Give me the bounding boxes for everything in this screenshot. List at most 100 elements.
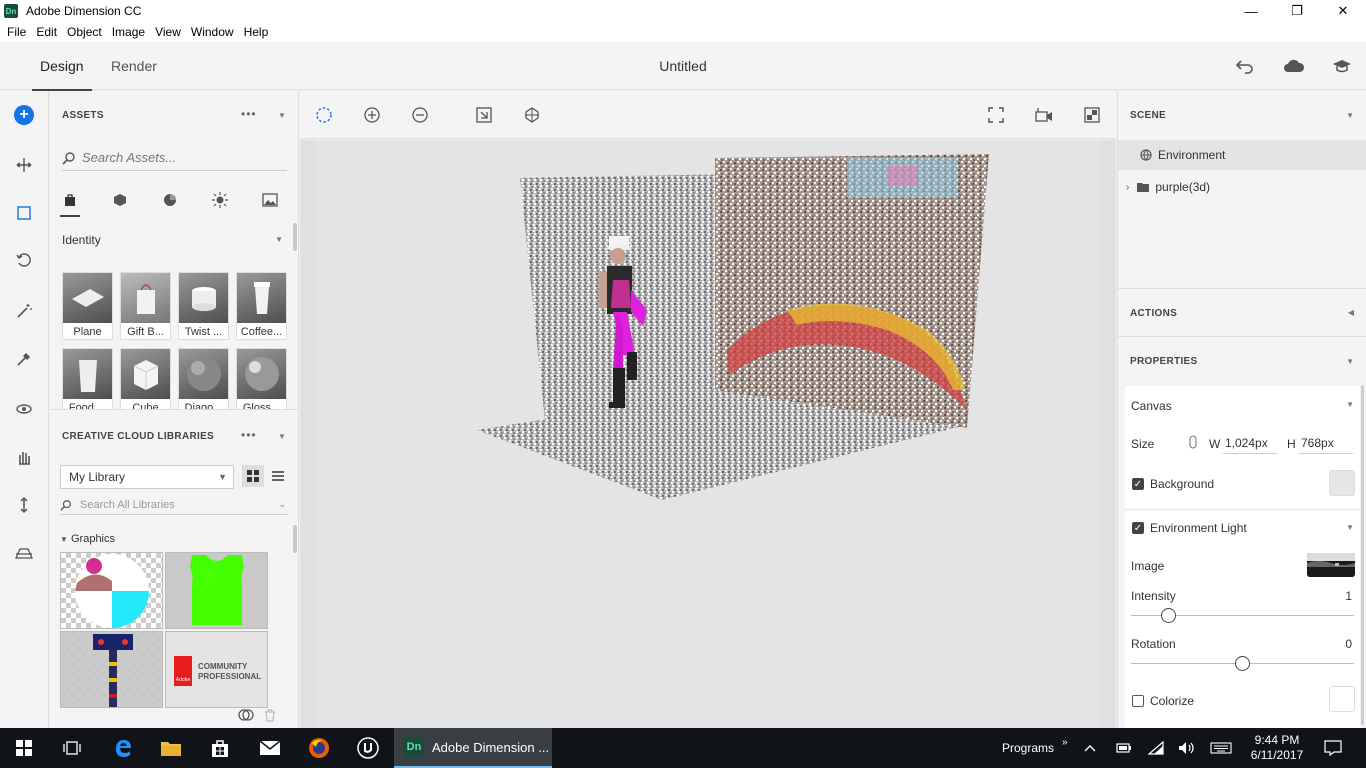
show-hidden-icons[interactable] xyxy=(1084,728,1096,768)
clock[interactable]: 9:44 PM 6/11/2017 xyxy=(1244,728,1310,768)
render-preview-icon[interactable] xyxy=(1081,104,1103,126)
select-all-icon[interactable] xyxy=(521,104,543,126)
community-professional-badge[interactable]: Adobe COMMUNITY PROFESSIONAL xyxy=(165,631,268,708)
close-button[interactable]: ✕ xyxy=(1320,0,1366,22)
battery-icon[interactable] xyxy=(1116,728,1132,768)
asset-filter-dropdown[interactable]: Identity ▼ xyxy=(62,233,287,247)
firefox-icon[interactable] xyxy=(295,728,343,768)
asset-twist[interactable]: Twist ... xyxy=(178,272,229,340)
restore-button[interactable]: ❐ xyxy=(1274,0,1320,22)
library-select[interactable]: My Library ▼ xyxy=(60,465,234,489)
asset-gift-bag[interactable]: Gift B... xyxy=(120,272,171,340)
canvas-area[interactable] xyxy=(317,140,1100,728)
environment-image-thumbnail[interactable] xyxy=(1307,553,1355,577)
add-selection-icon[interactable] xyxy=(361,104,383,126)
minimize-button[interactable]: — xyxy=(1228,0,1274,22)
sync-icon[interactable] xyxy=(238,709,254,724)
cloud-icon[interactable] xyxy=(1283,55,1305,77)
mail-icon[interactable] xyxy=(246,728,294,768)
intensity-slider-knob[interactable] xyxy=(1161,608,1177,623)
magic-wand-icon[interactable] xyxy=(12,299,36,323)
horizon-icon[interactable] xyxy=(12,541,36,565)
environment-light-checkbox[interactable]: ✓ xyxy=(1132,522,1144,534)
libraries-scrollbar[interactable] xyxy=(293,525,297,553)
select-icon[interactable] xyxy=(12,201,36,225)
menu-edit[interactable]: Edit xyxy=(31,25,62,39)
background-checkbox[interactable]: ✓ xyxy=(1132,478,1144,490)
asset-diagonal-material[interactable]: Diago... xyxy=(178,348,229,410)
volume-icon[interactable] xyxy=(1178,728,1196,768)
camera-bookmark-icon[interactable] xyxy=(1033,104,1055,126)
store-icon[interactable] xyxy=(196,728,244,768)
menu-help[interactable]: Help xyxy=(239,25,274,39)
grid-view-button[interactable] xyxy=(242,465,264,487)
menu-file[interactable]: File xyxy=(2,25,31,39)
dolly-icon[interactable] xyxy=(12,493,36,517)
asset-coffee-cup[interactable]: Coffee... xyxy=(236,272,287,340)
asset-plane[interactable]: Plane xyxy=(62,272,113,340)
character-graphic[interactable] xyxy=(60,552,163,629)
cube-icon[interactable] xyxy=(110,191,130,209)
bag-icon[interactable] xyxy=(60,191,80,217)
asset-glossy-material[interactable]: Gloss... xyxy=(236,348,287,410)
eyedropper-icon[interactable] xyxy=(12,347,36,371)
height-field[interactable]: 768px xyxy=(1299,432,1353,454)
pan-icon[interactable] xyxy=(12,445,36,469)
windows-start-icon[interactable] xyxy=(0,728,48,768)
taskbar-adobe-dimension[interactable]: Dn Adobe Dimension ... xyxy=(394,728,552,768)
expand-chevron-icon[interactable]: › xyxy=(1126,182,1129,193)
assets-collapse-icon[interactable]: ▼ xyxy=(278,111,286,120)
asset-food-container[interactable]: Food ... xyxy=(62,348,113,410)
search-libraries-field[interactable]: Search All Libraries ⌄ xyxy=(60,495,288,515)
material-icon[interactable] xyxy=(160,191,180,209)
colorize-checkbox[interactable] xyxy=(1132,695,1144,707)
actions-expand-icon[interactable]: ◀ xyxy=(1348,308,1354,317)
properties-collapse-icon[interactable]: ▼ xyxy=(1346,357,1354,366)
canvas-collapse-icon[interactable]: ▼ xyxy=(1346,400,1354,409)
menu-object[interactable]: Object xyxy=(62,25,107,39)
libraries-more-button[interactable]: ••• xyxy=(241,428,257,442)
tab-render[interactable]: Render xyxy=(111,58,157,74)
fit-view-icon[interactable] xyxy=(985,104,1007,126)
rotate-icon[interactable] xyxy=(12,248,36,272)
learn-icon[interactable] xyxy=(1331,55,1353,77)
list-view-button[interactable] xyxy=(267,465,289,487)
action-center-icon[interactable] xyxy=(1324,728,1342,768)
marquee-select-icon[interactable] xyxy=(313,104,335,126)
search-scope-chevron-icon[interactable]: ⌄ xyxy=(278,499,286,510)
scene-item-purple-3d[interactable]: › purple(3d) xyxy=(1118,172,1366,202)
background-color-swatch[interactable] xyxy=(1329,470,1355,496)
tab-design[interactable]: Design xyxy=(32,58,92,91)
search-assets-field[interactable]: Search Assets... xyxy=(62,145,287,171)
edge-browser-icon[interactable] xyxy=(99,728,147,768)
orbit-icon[interactable] xyxy=(12,397,36,421)
3d-viewport[interactable] xyxy=(300,140,1116,728)
link-icon[interactable] xyxy=(1189,435,1197,452)
menu-view[interactable]: View xyxy=(150,25,186,39)
select-similar-icon[interactable] xyxy=(473,104,495,126)
menu-window[interactable]: Window xyxy=(186,25,239,39)
libraries-collapse-icon[interactable]: ▼ xyxy=(278,432,286,441)
green-tank-top-graphic[interactable] xyxy=(165,552,268,629)
scene-collapse-icon[interactable]: ▼ xyxy=(1346,111,1354,120)
properties-scrollbar[interactable] xyxy=(1361,385,1364,725)
file-explorer-icon[interactable] xyxy=(147,728,195,768)
width-field[interactable]: 1,024px xyxy=(1223,432,1277,454)
graphics-section-header[interactable]: ▼ Graphics xyxy=(60,533,115,545)
rotation-slider-knob[interactable] xyxy=(1235,656,1250,671)
keyboard-icon[interactable] xyxy=(1210,728,1232,768)
colorize-color-swatch[interactable] xyxy=(1329,686,1355,712)
subtract-selection-icon[interactable] xyxy=(409,104,431,126)
light-icon[interactable] xyxy=(210,191,230,209)
hammer-graphic[interactable] xyxy=(60,631,163,708)
undo-icon[interactable] xyxy=(1234,55,1256,77)
add-icon[interactable]: + xyxy=(14,105,34,125)
programs-toolbar[interactable]: Programs » xyxy=(1002,728,1068,768)
image-icon[interactable] xyxy=(260,191,280,209)
asset-cube[interactable]: Cube xyxy=(120,348,171,410)
trash-icon[interactable] xyxy=(264,709,276,725)
menu-image[interactable]: Image xyxy=(107,25,150,39)
environment-light-collapse-icon[interactable]: ▼ xyxy=(1346,523,1354,532)
unreal-engine-icon[interactable] xyxy=(344,728,392,768)
scene-item-environment[interactable]: Environment xyxy=(1118,140,1366,170)
